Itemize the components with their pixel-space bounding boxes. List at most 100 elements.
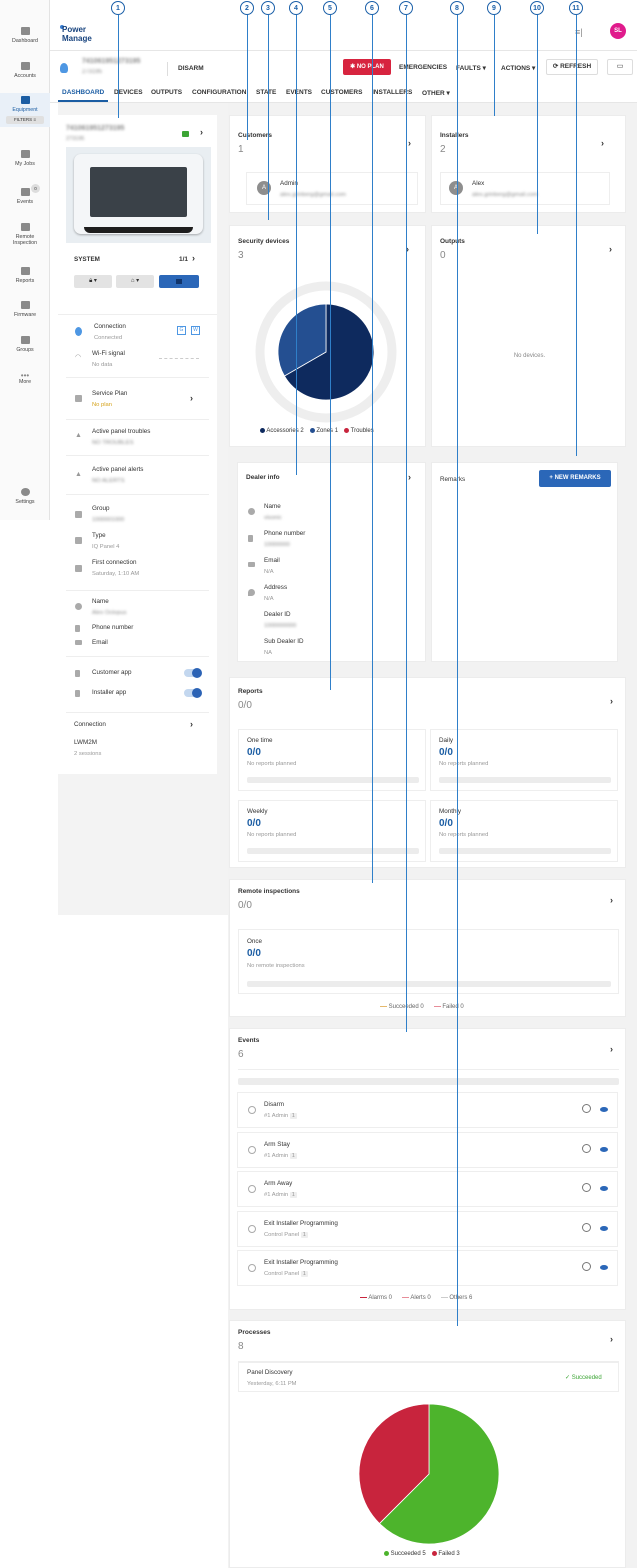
sidebar-item-accounts[interactable]: Accounts — [0, 62, 50, 79]
clock-icon[interactable] — [582, 1143, 591, 1153]
disarm-select[interactable]: 🔒︎ ▾ — [74, 275, 112, 288]
eye-icon[interactable] — [600, 1265, 608, 1270]
remote-inspections-card[interactable]: Remote inspections 0/0 › Once 0/0 No rem… — [229, 879, 626, 1017]
report-one-time[interactable]: One time 0/0 No reports planned — [238, 729, 426, 791]
tab-other[interactable]: OTHER ▾ — [422, 89, 450, 97]
chevron-right-icon[interactable]: › — [609, 244, 612, 254]
eye-icon[interactable] — [600, 1107, 608, 1112]
chevron-right-icon[interactable]: › — [610, 696, 613, 706]
chevron-right-icon[interactable]: › — [200, 127, 203, 137]
sidebar-item-groups[interactable]: Groups — [0, 336, 50, 353]
dealer-info-card[interactable]: Dealer info › Name visonic Phone number … — [237, 462, 426, 662]
tab-outputs[interactable]: OUTPUTS — [151, 89, 182, 96]
callout-4: 4 — [289, 1, 303, 15]
chevron-right-icon[interactable]: › — [610, 1044, 613, 1054]
info-icon — [248, 1224, 256, 1233]
lock-icon — [176, 279, 182, 284]
chevron-right-icon[interactable]: › — [610, 1334, 613, 1344]
processes-title: Processes — [238, 1329, 271, 1336]
customer-item[interactable]: A Admin alex.grinberg@gmail.com — [246, 172, 418, 205]
remarks-title: Remarks — [440, 476, 466, 483]
troubles-value: NO TROUBLES — [92, 440, 134, 446]
sidebar-item-firmware[interactable]: Firmware — [0, 301, 50, 318]
event-row[interactable]: Exit Installer Programming Control Panel … — [237, 1250, 618, 1286]
sidebar-item-more[interactable]: ••• More — [0, 372, 50, 386]
event-row[interactable]: Arm Away #1 Admin 1 — [237, 1171, 618, 1207]
comments-button[interactable]: ▭ — [607, 59, 633, 75]
chevron-right-icon[interactable]: › — [190, 393, 193, 403]
eye-icon[interactable] — [600, 1146, 608, 1152]
installer-app-toggle[interactable] — [184, 688, 202, 698]
clock-icon[interactable] — [582, 1104, 591, 1113]
chevron-right-icon[interactable]: › — [601, 138, 604, 148]
no-plan-button[interactable]: ✱ NO PLAN — [343, 59, 391, 75]
sidebar-item-events[interactable]: Events 0 — [0, 184, 50, 205]
info-icon — [248, 1106, 256, 1114]
legend-item: Succeeded 5 — [384, 1551, 426, 1557]
legend-succeeded: Succeeded 0 — [380, 1004, 424, 1010]
sidebar-item-reports[interactable]: Reports — [0, 267, 50, 284]
legend-item: Troubles — [344, 428, 374, 434]
reports-card[interactable]: Reports 0/0 › One time 0/0 No reports pl… — [229, 677, 626, 868]
chevron-right-icon[interactable]: › — [610, 895, 613, 905]
sidebar-item-remote-inspection[interactable]: Remote Inspection — [0, 223, 50, 246]
chevron-right-icon[interactable]: › — [190, 719, 193, 729]
callout-line — [537, 15, 538, 234]
divider — [66, 419, 209, 420]
divider — [66, 377, 209, 378]
eye-icon[interactable] — [600, 1225, 608, 1231]
chevron-right-icon[interactable]: › — [408, 138, 411, 148]
report-label: Daily — [439, 737, 453, 744]
inspection-once[interactable]: Once 0/0 No remote inspections — [238, 929, 619, 994]
clock-icon[interactable] — [582, 1222, 591, 1232]
tab-state[interactable]: STATE — [256, 89, 276, 96]
clock-icon[interactable] — [582, 1183, 591, 1192]
legend-alerts: Alerts 0 — [402, 1295, 431, 1301]
avatar[interactable]: SL — [610, 23, 626, 39]
processes-card[interactable]: Processes 8 › Panel Discovery Yesterday,… — [229, 1320, 626, 1568]
wallet-icon — [75, 395, 82, 402]
new-remarks-button[interactable]: + NEW REMARKS — [539, 470, 611, 487]
customers-card[interactable]: Customers 1 › A Admin alex.grinberg@gmai… — [229, 115, 426, 213]
chevron-right-icon[interactable]: › — [192, 253, 195, 263]
home-select[interactable]: ⌂ ▾ — [116, 275, 154, 288]
report-weekly[interactable]: Weekly 0/0 No reports planned — [238, 800, 426, 862]
dealer-id-label: Dealer ID — [264, 611, 291, 618]
installer-item[interactable]: A Alex alex.grinberg@gmail.com — [440, 172, 610, 205]
report-daily[interactable]: Daily 0/0 No reports planned — [430, 729, 618, 791]
event-row[interactable]: Disarm #1 Admin 1 — [237, 1092, 618, 1128]
actions-button[interactable]: ACTIONS ▾ — [501, 64, 535, 72]
callout-line — [330, 15, 331, 690]
wifi-label: Wi-Fi signal — [92, 350, 125, 357]
phone-icon — [75, 625, 80, 632]
tab-events[interactable]: EVENTS — [286, 89, 312, 96]
panel-header: 741061951273195 273195 DISARM ✱ NO PLAN … — [50, 51, 637, 85]
customer-app-toggle[interactable] — [184, 668, 202, 678]
refresh-button[interactable]: ⟳ REFRESH — [546, 59, 598, 75]
event-row[interactable]: Arm Stay #1 Admin 1 — [237, 1131, 618, 1168]
report-monthly[interactable]: Monthly 0/0 No reports planned — [430, 800, 618, 862]
tab-customers[interactable]: CUSTOMERS — [321, 89, 362, 96]
process-item[interactable]: Panel Discovery Yesterday, 6:11 PM ✓ Suc… — [238, 1362, 619, 1392]
eye-icon[interactable] — [600, 1186, 608, 1191]
event-tag: 1 — [300, 1271, 308, 1277]
tab-configuration[interactable]: CONFIGURATION — [192, 89, 246, 96]
tab-dashboard[interactable]: DASHBOARD — [62, 89, 104, 96]
firmware-icon — [20, 301, 30, 309]
callout-10: 10 — [530, 1, 544, 15]
security-devices-card[interactable]: Security devices 3 › Accessories 2 Zones… — [229, 225, 426, 447]
arm-button[interactable] — [159, 275, 199, 288]
installers-title: Installers — [440, 132, 469, 139]
sidebar-item-settings[interactable]: Settings — [0, 488, 50, 505]
chevron-right-icon[interactable]: › — [408, 472, 411, 482]
report-sub: No reports planned — [247, 832, 297, 838]
faults-button[interactable]: FAULTS ▾ — [456, 64, 486, 72]
clock-icon[interactable] — [582, 1262, 591, 1271]
sidebar-item-dashboard[interactable]: Dashboard — [0, 27, 50, 44]
filters-button[interactable]: FILTERS ≡ — [6, 116, 44, 124]
installers-card[interactable]: Installers 2 › A Alex alex.grinberg@gmai… — [431, 115, 626, 213]
sidebar-item-equipment[interactable]: Equipment FILTERS ≡ — [0, 93, 50, 127]
outputs-card[interactable]: Outputs 0 › No devices. — [431, 225, 626, 447]
event-row[interactable]: Exit Installer Programming Control Panel … — [237, 1210, 618, 1247]
sidebar-item-my-jobs[interactable]: My Jobs — [0, 150, 50, 167]
